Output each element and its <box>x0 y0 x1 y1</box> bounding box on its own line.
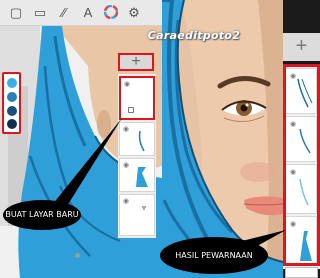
color-swatch[interactable] <box>7 78 17 88</box>
layers-panel: ◉ ◉ ◉ ◉ <box>118 74 156 238</box>
layer-thumbnail[interactable]: ◉ <box>285 116 317 162</box>
color-swatch[interactable] <box>7 92 17 102</box>
layer-thumbnail[interactable]: ◉ <box>119 194 155 236</box>
add-layer-button[interactable]: + <box>118 53 154 71</box>
eye-icon[interactable]: ◉ <box>290 73 296 80</box>
color-wheel-icon[interactable] <box>103 4 119 21</box>
brush-icon[interactable]: ▢ <box>8 5 24 21</box>
layer-thumbnail[interactable]: ◉ <box>285 164 317 214</box>
layer-thumbnail[interactable]: ◉ <box>119 122 155 156</box>
callout-result: HASIL PEWARNAAN <box>160 237 268 274</box>
eye-icon[interactable]: ◉ <box>123 162 129 169</box>
eye-icon[interactable]: ◉ <box>124 81 130 88</box>
app-toolbar: ▢ ▭ ∕∕ A ⚙ <box>0 0 162 26</box>
bottom-status-box <box>285 267 318 278</box>
watermark-text: Caraeditpoto2 <box>147 29 241 42</box>
layer-thumbnail[interactable]: ◉ <box>119 158 155 192</box>
layer-thumbnail-new[interactable]: ◉ <box>119 76 155 120</box>
eye-icon[interactable]: ◉ <box>123 126 129 133</box>
eye-icon[interactable]: ◉ <box>290 169 296 176</box>
layers-panel: ◉ ◉ ◉ ◉ <box>283 64 320 269</box>
lock-icon[interactable] <box>128 107 134 113</box>
layer-thumbnail[interactable]: ◉ <box>285 216 317 266</box>
color-swatch[interactable] <box>7 119 17 129</box>
color-swatch[interactable] <box>7 106 17 116</box>
pen-tools-icon[interactable]: ∕∕ <box>56 5 72 21</box>
callout-new-layer: BUAT LAYAR BARU <box>3 200 81 230</box>
color-swatch-panel[interactable] <box>2 72 21 134</box>
eye-icon[interactable]: ◉ <box>290 121 296 128</box>
eye-icon[interactable]: ◉ <box>123 198 129 205</box>
brush-size-icon[interactable]: A <box>80 5 96 21</box>
settings-icon[interactable]: ⚙ <box>126 5 142 21</box>
layers-icon[interactable]: ▭ <box>32 5 48 21</box>
layer-thumbnail[interactable]: ◉ <box>285 68 317 114</box>
page-indicator-dot <box>75 253 80 258</box>
add-layer-button[interactable]: + <box>283 33 320 61</box>
eye-icon[interactable]: ◉ <box>290 221 296 228</box>
